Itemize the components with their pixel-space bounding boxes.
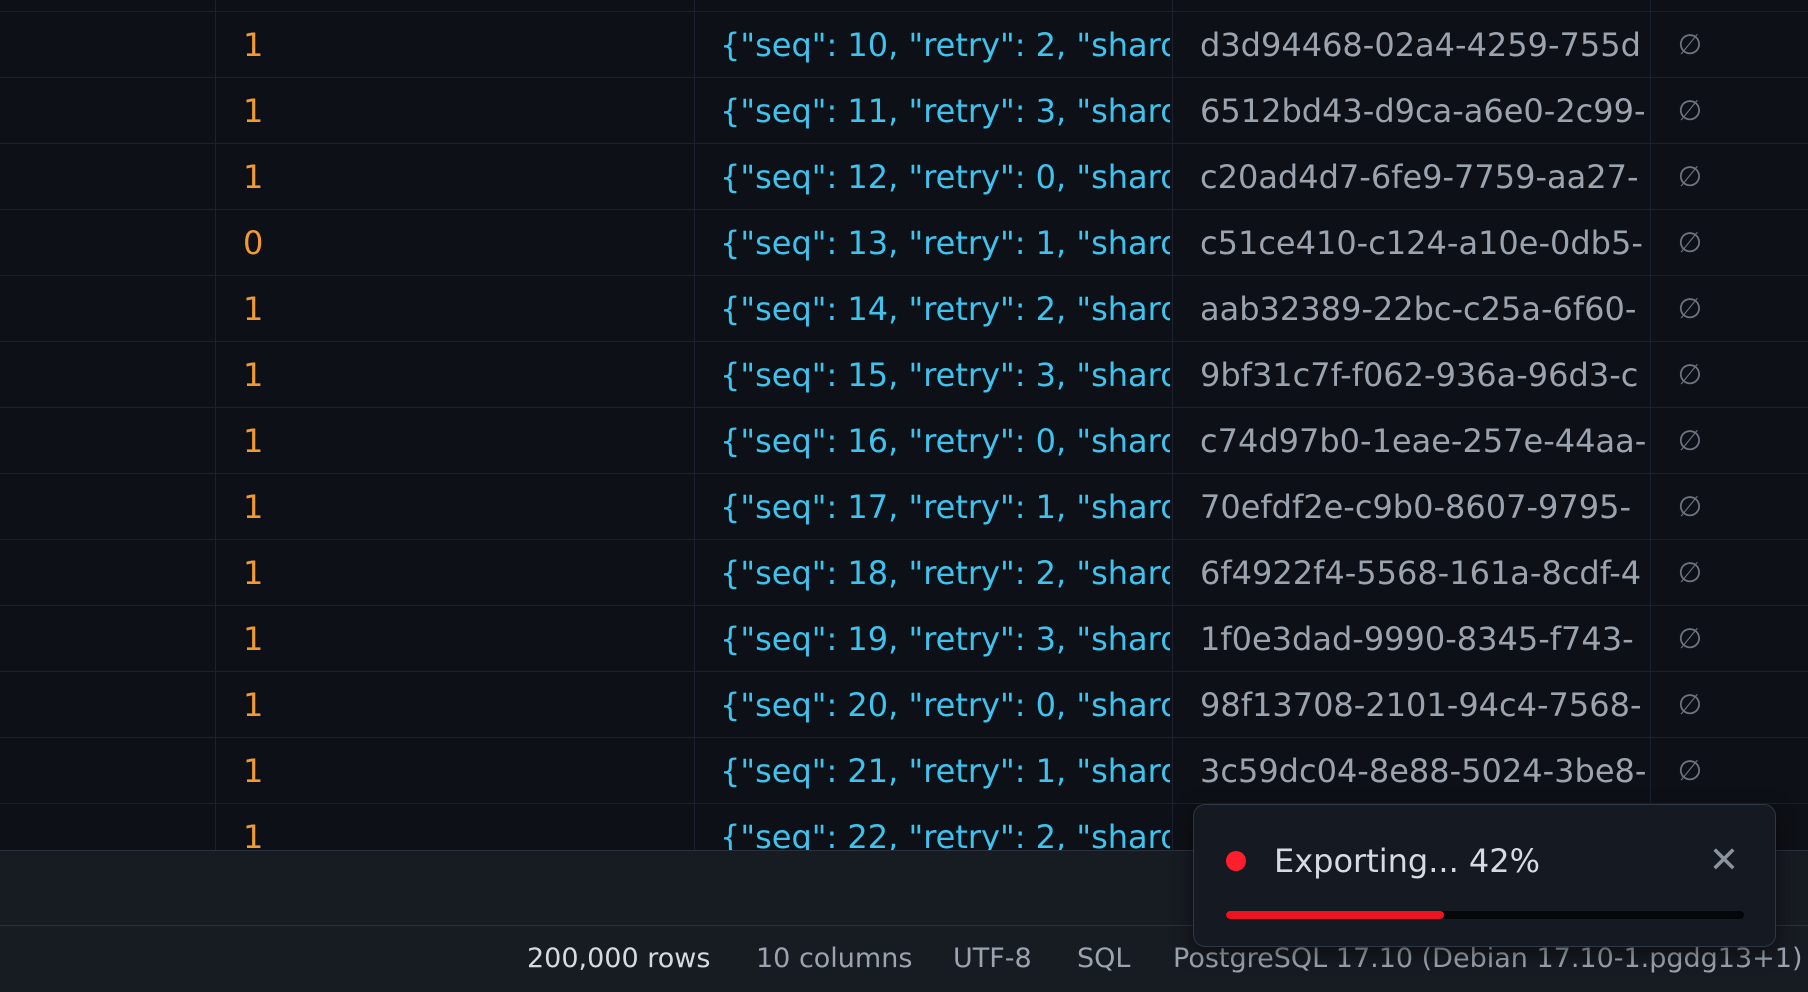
cell-payload[interactable]: {"seq": 21, "retry": 1, "shard" [720,738,1170,804]
cell-flag[interactable]: 1 [243,606,683,672]
null-value-icon[interactable]: ∅ [1650,606,1730,672]
status-language: SQL [1077,943,1131,974]
null-value-icon[interactable]: ∅ [1650,210,1730,276]
results-grid[interactable]: 1 {"seq": 10, "retry": 2, "shard" d3d94468… [0,0,1808,850]
null-value-icon[interactable]: ∅ [1650,474,1730,540]
results-window: 1 {"seq": 10, "retry": 2, "shard" d3d94468… [0,0,1808,992]
table-row[interactable]: 1 {"seq": 15, "retry": 3, "shard" 9bf31c7f… [0,342,1808,408]
status-encoding: UTF-8 [953,943,1032,974]
cell-uuid[interactable]: 70efdf2e-c9b0-8607-9795- [1200,474,1648,540]
cell-flag[interactable]: 1 [243,408,683,474]
null-value-icon[interactable]: ∅ [1650,408,1730,474]
cell-payload[interactable]: {"seq": 16, "retry": 0, "shard" [720,408,1170,474]
cell-payload[interactable]: {"seq": 12, "retry": 0, "shard" [720,144,1170,210]
export-progress-bar [1226,911,1744,919]
null-value-icon[interactable]: ∅ [1650,144,1730,210]
cell-payload[interactable]: {"seq": 22, "retry": 2, "shard" [720,804,1170,850]
null-value-icon[interactable]: ∅ [1650,672,1730,738]
table-row[interactable]: 1 {"seq": 14, "retry": 2, "shard" aab32389… [0,276,1808,342]
null-value-icon[interactable]: ∅ [1650,276,1730,342]
null-value-icon[interactable]: ∅ [1650,342,1730,408]
cell-uuid[interactable]: 9bf31c7f-f062-936a-96d3-c [1200,342,1648,408]
status-row-count: 200,000 rows [527,943,711,974]
cell-payload[interactable]: {"seq": 20, "retry": 0, "shard" [720,672,1170,738]
table-row[interactable]: 1 {"seq": 16, "retry": 0, "shard" c74d97b0… [0,408,1808,474]
table-row[interactable]: 1 {"seq": 10, "retry": 2, "shard" d3d94468… [0,12,1808,78]
cell-flag[interactable]: 1 [243,672,683,738]
export-progress-fill [1226,911,1444,919]
export-toast: Exporting... 42% ✕ [1193,804,1776,947]
cell-payload[interactable]: {"seq": 18, "retry": 2, "shard" [720,540,1170,606]
cell-uuid[interactable]: 1f0e3dad-9990-8345-f743- [1200,606,1648,672]
cell-flag[interactable]: 1 [243,804,683,850]
table-row[interactable]: 1 {"seq": 18, "retry": 2, "shard" 6f4922f4… [0,540,1808,606]
cell-flag[interactable]: 1 [243,474,683,540]
cell-uuid[interactable]: aab32389-22bc-c25a-6f60- [1200,276,1648,342]
cell-uuid[interactable]: 3c59dc04-8e88-5024-3be8- [1200,738,1648,804]
cell-uuid[interactable]: d3d94468-02a4-4259-755d [1200,12,1648,78]
cell-uuid[interactable]: c20ad4d7-6fe9-7759-aa27- [1200,144,1648,210]
cell-uuid[interactable]: 6512bd43-d9ca-a6e0-2c99- [1200,78,1648,144]
table-row[interactable]: 1 {"seq": 19, "retry": 3, "shard" 1f0e3dad… [0,606,1808,672]
cell-payload[interactable]: {"seq": 14, "retry": 2, "shard" [720,276,1170,342]
recording-dot-icon [1226,851,1246,871]
cell-payload[interactable]: {"seq": 15, "retry": 3, "shard" [720,342,1170,408]
cell-flag[interactable]: 1 [243,78,683,144]
table-row[interactable]: 1 {"seq": 11, "retry": 3, "shard" 6512bd43… [0,78,1808,144]
table-row[interactable]: 1 {"seq": 21, "retry": 1, "shard" 3c59dc04… [0,738,1808,804]
cell-payload[interactable]: {"seq": 13, "retry": 1, "shard" [720,210,1170,276]
cell-flag[interactable]: 1 [243,540,683,606]
null-value-icon[interactable]: ∅ [1650,78,1730,144]
cell-uuid[interactable]: c74d97b0-1eae-257e-44aa- [1200,408,1648,474]
cell-flag[interactable]: 1 [243,12,683,78]
table-row[interactable]: 0 {"seq": 13, "retry": 1, "shard" c51ce410… [0,210,1808,276]
export-status-message: Exporting... 42% [1274,842,1541,880]
null-value-icon[interactable]: ∅ [1650,540,1730,606]
cell-flag[interactable]: 1 [243,738,683,804]
table-row[interactable]: 1 {"seq": 20, "retry": 0, "shard" 98f13708… [0,672,1808,738]
cell-payload[interactable]: {"seq": 10, "retry": 2, "shard" [720,12,1170,78]
status-column-count: 10 columns [756,943,913,974]
cell-flag[interactable]: 0 [243,210,683,276]
table-row[interactable]: 1 {"seq": 12, "retry": 0, "shard" c20ad4d7… [0,144,1808,210]
cell-payload[interactable]: {"seq": 11, "retry": 3, "shard" [720,78,1170,144]
close-icon[interactable]: ✕ [1702,841,1746,881]
cell-flag[interactable]: 1 [243,276,683,342]
null-value-icon[interactable]: ∅ [1650,738,1730,804]
cell-uuid[interactable]: 98f13708-2101-94c4-7568- [1200,672,1648,738]
cell-uuid[interactable]: 6f4922f4-5568-161a-8cdf-4 [1200,540,1648,606]
cell-payload[interactable]: {"seq": 17, "retry": 1, "shard" [720,474,1170,540]
cell-flag[interactable]: 1 [243,342,683,408]
null-value-icon[interactable]: ∅ [1650,12,1730,78]
table-row[interactable]: 1 {"seq": 17, "retry": 1, "shard" 70efdf2e… [0,474,1808,540]
cell-flag[interactable]: 1 [243,144,683,210]
cell-payload[interactable]: {"seq": 19, "retry": 3, "shard" [720,606,1170,672]
cell-uuid[interactable]: c51ce410-c124-a10e-0db5- [1200,210,1648,276]
